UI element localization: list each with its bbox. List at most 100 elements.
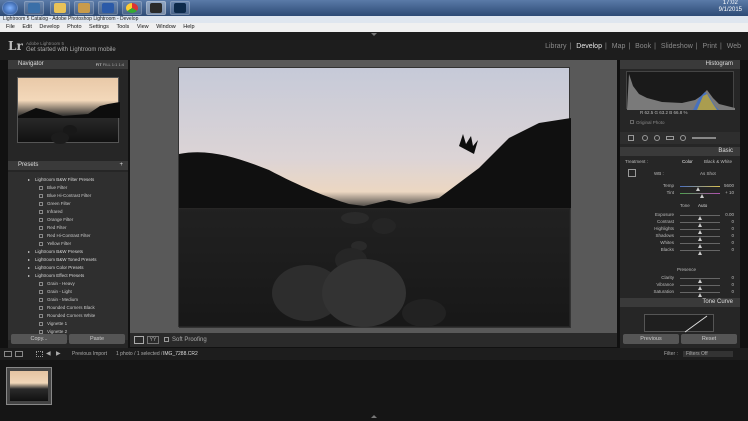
module-web[interactable]: Web — [727, 43, 741, 50]
preset-item[interactable]: Green Filter — [8, 200, 128, 207]
navigator-preview[interactable] — [17, 77, 120, 144]
slider-track[interactable] — [680, 278, 720, 283]
filmstrip-source[interactable]: Previous Import — [72, 348, 107, 360]
crop-tool-icon[interactable] — [628, 135, 634, 141]
slider-track[interactable] — [680, 292, 720, 297]
slider-track[interactable] — [680, 285, 720, 290]
menu-settings[interactable]: Settings — [89, 24, 109, 30]
adjustment-brush-icon[interactable] — [692, 137, 716, 139]
auto-tone-button[interactable]: Auto — [698, 203, 707, 210]
second-window-icon[interactable] — [15, 351, 23, 357]
preset-item[interactable]: Rounded Corners Black — [8, 304, 128, 311]
presets-header[interactable]: Presets + — [8, 161, 128, 170]
temp-slider[interactable] — [680, 186, 720, 191]
taskbar-photoshop[interactable] — [170, 1, 190, 15]
loupe-view-icon[interactable] — [134, 336, 144, 344]
taskbar-lightroom[interactable] — [146, 1, 166, 15]
top-panel-toggle-icon[interactable] — [371, 33, 377, 36]
bottom-panel-toggle-icon[interactable] — [371, 415, 377, 418]
slider-value[interactable]: 0 — [731, 219, 734, 226]
slider-value[interactable]: 0 — [731, 282, 734, 289]
slider-track[interactable] — [680, 243, 720, 248]
temp-value[interactable]: 5600 — [724, 183, 734, 190]
mobile-promo-link[interactable]: Get started with Lightroom mobile — [26, 47, 116, 53]
spot-removal-icon[interactable] — [642, 135, 648, 141]
slider-value[interactable]: 0 — [731, 247, 734, 254]
taskbar-word[interactable] — [98, 1, 118, 15]
menu-edit[interactable]: Edit — [22, 24, 31, 30]
preset-item[interactable]: Red Hi-Contrast Filter — [8, 232, 128, 239]
tone-curve-header[interactable]: Tone Curve — [620, 298, 740, 307]
menu-file[interactable]: File — [6, 24, 15, 30]
module-library[interactable]: Library — [545, 43, 566, 50]
preset-folder[interactable]: ▸ Lightroom Effect Presets — [8, 272, 128, 279]
basic-header[interactable]: Basic — [620, 147, 740, 156]
start-button[interactable] — [2, 1, 18, 15]
original-photo-checkbox[interactable] — [630, 120, 634, 124]
histogram-header[interactable]: Histogram — [620, 60, 740, 69]
original-photo-toggle[interactable]: Original Photo — [630, 120, 665, 125]
main-window-icon[interactable] — [4, 351, 12, 357]
navigator-header[interactable]: Navigator FIT FILL 1:1 1:4 — [8, 60, 128, 69]
menu-window[interactable]: Window — [156, 24, 176, 30]
preset-item[interactable]: Yellow Filter — [8, 240, 128, 247]
preset-item[interactable]: Blue Filter — [8, 184, 128, 191]
preset-item[interactable]: Vignette 1 — [8, 320, 128, 327]
filmstrip-thumbnail[interactable] — [6, 367, 52, 405]
slider-value[interactable]: 0 — [731, 233, 734, 240]
paste-button[interactable]: Paste — [69, 334, 125, 344]
disclosure-triangle-icon[interactable]: ▸ — [28, 264, 30, 271]
histogram[interactable] — [626, 71, 735, 110]
wb-select[interactable]: As Shot — [700, 171, 716, 178]
module-book[interactable]: Book — [635, 43, 651, 50]
before-after-icon[interactable]: YY — [147, 336, 159, 344]
tone-curve-graph[interactable] — [644, 314, 714, 333]
preset-item[interactable]: Rounded Corners White — [8, 312, 128, 319]
preset-item[interactable]: Grain - Heavy — [8, 280, 128, 287]
copy-button[interactable]: Copy... — [11, 334, 67, 344]
slider-value[interactable]: 0.00 — [725, 212, 734, 219]
preset-folder[interactable]: ▸ Lightroom B&W Toned Presets — [8, 256, 128, 263]
taskbar-explorer[interactable] — [50, 1, 70, 15]
disclosure-triangle-icon[interactable]: ▸ — [28, 256, 30, 263]
module-slideshow[interactable]: Slideshow — [661, 43, 693, 50]
menu-view[interactable]: View — [137, 24, 149, 30]
slider-track[interactable] — [680, 215, 720, 220]
slider-track[interactable] — [680, 222, 720, 227]
grid-view-icon[interactable] — [36, 351, 43, 357]
slider-track[interactable] — [680, 250, 720, 255]
slider-knob[interactable] — [698, 293, 702, 297]
slider-knob[interactable] — [698, 251, 702, 255]
menu-photo[interactable]: Photo — [67, 24, 81, 30]
menu-develop[interactable]: Develop — [39, 24, 59, 30]
module-develop[interactable]: Develop — [576, 43, 602, 50]
tint-slider[interactable] — [680, 193, 720, 198]
forward-arrow-icon[interactable]: ▶ — [56, 348, 61, 360]
reset-button[interactable]: Reset — [681, 334, 737, 344]
taskbar-chrome[interactable] — [122, 1, 142, 15]
slider-track[interactable] — [680, 236, 720, 241]
zoom-fill[interactable]: FILL — [103, 62, 111, 67]
disclosure-triangle-icon[interactable]: ▸ — [28, 272, 30, 279]
disclosure-triangle-icon[interactable]: ▸ — [28, 248, 30, 255]
slider-value[interactable]: 0 — [731, 289, 734, 296]
disclosure-triangle-icon[interactable]: ▸ — [28, 176, 30, 183]
slider-value[interactable]: 0 — [731, 226, 734, 233]
slider-value[interactable]: 0 — [731, 240, 734, 247]
taskbar-app3[interactable] — [74, 1, 94, 15]
preset-folder[interactable]: ▸ Lightroom B&W Presets — [8, 248, 128, 255]
graduated-filter-icon[interactable] — [666, 136, 674, 140]
preset-folder[interactable]: ▸ Lightroom Color Presets — [8, 264, 128, 271]
zoom-1-1[interactable]: 1:1 — [112, 62, 118, 67]
preset-item[interactable]: Red Filter — [8, 224, 128, 231]
add-preset-icon[interactable]: + — [119, 161, 123, 170]
menu-tools[interactable]: Tools — [116, 24, 129, 30]
tint-value[interactable]: + 10 — [725, 190, 734, 197]
red-eye-icon[interactable] — [654, 135, 660, 141]
back-arrow-icon[interactable]: ◀ — [46, 348, 51, 360]
zoom-1-4[interactable]: 1:4 — [118, 62, 124, 67]
wb-eyedropper-icon[interactable] — [628, 169, 636, 177]
radial-filter-icon[interactable] — [680, 135, 686, 141]
preset-item[interactable]: Infrared — [8, 208, 128, 215]
preset-folder[interactable]: ▸ Lightroom B&W Filter Presets — [8, 176, 128, 183]
